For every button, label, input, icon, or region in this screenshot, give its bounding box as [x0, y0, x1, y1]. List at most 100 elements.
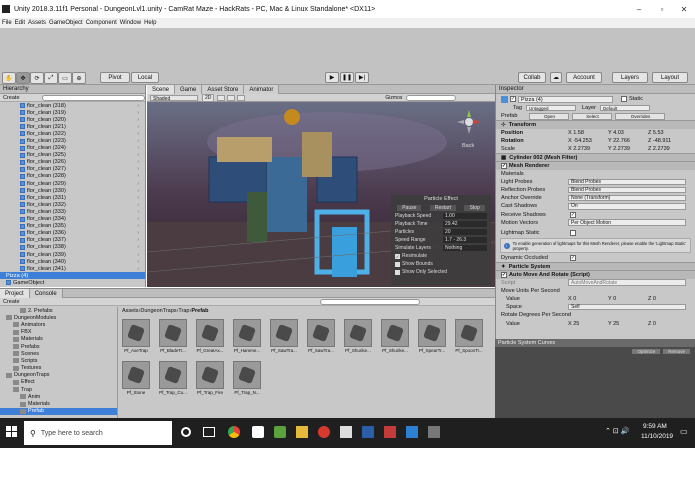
asset-item[interactable]: Pf_BladeTr...	[159, 319, 187, 353]
auto-move-checkbox[interactable]: ✓	[501, 271, 507, 278]
chevron-right-icon[interactable]: ›	[137, 173, 139, 179]
motion-vectors-dropdown[interactable]: Per Object Motion	[568, 219, 686, 226]
hierarchy-item[interactable]: flor_clean (322) ›	[20, 130, 145, 137]
rotation-y[interactable]: 22.766	[613, 138, 630, 144]
tag-dropdown[interactable]: Untagged	[526, 105, 577, 112]
menu-assets[interactable]: Assets	[28, 20, 46, 26]
chevron-right-icon[interactable]: ›	[137, 117, 139, 123]
object-name-field[interactable]: Pizza (4)	[518, 95, 613, 103]
optimize-button[interactable]: Optimize	[632, 349, 661, 354]
vscode-icon[interactable]	[406, 426, 418, 438]
unity-hub-icon[interactable]	[252, 426, 264, 438]
asset-item[interactable]: Pf_AxeTrap	[122, 319, 150, 353]
hierarchy-item[interactable]: flor_clean (335) ›	[20, 223, 145, 230]
particle-effect-value[interactable]: Nothing	[443, 245, 487, 251]
notifications-icon[interactable]: ▭	[680, 427, 688, 436]
chevron-right-icon[interactable]: ›	[137, 131, 139, 137]
folder-item[interactable]: DungeonTraps	[0, 372, 117, 379]
menu-window[interactable]: Window	[120, 20, 141, 26]
position-x[interactable]: 1.58	[573, 130, 584, 136]
unity-icon[interactable]	[340, 426, 352, 438]
scale-tool-icon[interactable]: ⤢	[44, 72, 58, 84]
move-y[interactable]: 0	[613, 296, 616, 302]
asset-item[interactable]: Pf_GreatAx...	[196, 319, 224, 353]
particle-effect-checkbox[interactable]: ✓	[395, 253, 400, 259]
scene-viewport[interactable]: Back Particle Effect Pause Restart Stop …	[147, 102, 495, 287]
hierarchy-item[interactable]: flor_clean (333) ›	[20, 208, 145, 215]
chevron-right-icon[interactable]: ›	[137, 230, 139, 236]
tab-game[interactable]: Game	[175, 85, 203, 94]
transform-header[interactable]: ⊹ Transform	[496, 120, 695, 129]
pivot-button[interactable]: Pivot	[100, 72, 130, 83]
rotate-z[interactable]: 0	[653, 321, 656, 327]
particle-system-header[interactable]: ✦ Particle System	[496, 262, 695, 271]
script-field[interactable]: AutoMoveAndRotate	[568, 279, 686, 286]
folder-item[interactable]: Prefabs	[0, 343, 117, 350]
chevron-right-icon[interactable]: ›	[137, 244, 139, 250]
tab-animator[interactable]: Animator	[244, 85, 280, 94]
hierarchy-item[interactable]: flor_clean (319) ›	[20, 109, 145, 116]
asset-item[interactable]: Pf_SawTra...	[307, 319, 335, 353]
chevron-right-icon[interactable]: ›	[137, 124, 139, 130]
lighting-icon[interactable]	[217, 94, 226, 101]
chevron-right-icon[interactable]: ›	[137, 188, 139, 194]
hierarchy-item[interactable]: flor_clean (320) ›	[20, 116, 145, 123]
static-checkbox[interactable]	[621, 96, 627, 102]
maximize-icon[interactable]: ▫	[651, 0, 673, 18]
effects-icon[interactable]	[237, 94, 246, 101]
prefab-select-button[interactable]: Select	[572, 112, 613, 120]
layers-button[interactable]: Layers	[612, 72, 648, 83]
tab-project[interactable]: Project	[0, 289, 30, 298]
scale-z[interactable]: 2.2739	[653, 146, 670, 152]
hierarchy-item[interactable]: flor_clean (337) ›	[20, 237, 145, 244]
folder-item[interactable]: Effect	[0, 379, 117, 386]
asset-item[interactable]: Pf_Stone	[122, 361, 150, 395]
asset-item[interactable]: Pf_SpearTr...	[418, 319, 446, 353]
clock-time[interactable]: 9:59 AM	[643, 423, 667, 430]
rotate-x[interactable]: 25	[573, 321, 579, 327]
hierarchy-item[interactable]: flor_clean (340) ›	[20, 258, 145, 265]
windows-start-icon[interactable]	[6, 426, 18, 438]
transform-tool-icon[interactable]: ⊕	[72, 72, 86, 84]
inspector-tab[interactable]: Inspector	[499, 86, 524, 92]
particle-restart-button[interactable]: Restart	[429, 204, 456, 211]
folder-item[interactable]: DungeonModules	[0, 314, 117, 321]
hand-tool-icon[interactable]: ✋	[2, 72, 16, 84]
chevron-right-icon[interactable]: ›	[137, 202, 139, 208]
particle-effect-value[interactable]: 20	[443, 229, 487, 235]
breadcrumb-item[interactable]: Prefab	[191, 308, 208, 314]
step-icon[interactable]: ▶|	[355, 72, 369, 83]
chevron-right-icon[interactable]: ›	[137, 209, 139, 215]
active-checkbox[interactable]: ✓	[510, 96, 516, 102]
hierarchy-item[interactable]: flor_clean (327) ›	[20, 166, 145, 173]
hierarchy-item[interactable]: flor_clean (341) ›	[20, 265, 145, 272]
chevron-right-icon[interactable]: ›	[137, 195, 139, 201]
collab-button[interactable]: Collab	[518, 72, 546, 83]
particle-effect-value[interactable]: 1.7 - 26.3	[443, 237, 487, 243]
asset-item[interactable]: Pf_SawTra...	[270, 319, 298, 353]
rotation-x[interactable]: -54.253	[573, 138, 592, 144]
cast-shadows-dropdown[interactable]: On	[568, 203, 686, 210]
menu-file[interactable]: File	[2, 20, 12, 26]
hierarchy-item[interactable]: flor_clean (338) ›	[20, 244, 145, 251]
hierarchy-item[interactable]: flor_clean (336) ›	[20, 230, 145, 237]
project-create-button[interactable]: Create	[3, 299, 20, 305]
folder-item[interactable]: Trap	[0, 386, 117, 393]
chevron-right-icon[interactable]: ›	[137, 223, 139, 229]
folder-item[interactable]: Materials	[0, 336, 117, 343]
app-icon-gray[interactable]	[428, 426, 440, 438]
move-x[interactable]: 0	[573, 296, 576, 302]
project-search-input[interactable]	[319, 298, 420, 305]
cortana-icon[interactable]	[181, 427, 191, 437]
remove-button[interactable]: Remove	[663, 349, 690, 354]
particle-stop-button[interactable]: Stop	[464, 204, 485, 211]
file-explorer-icon[interactable]	[296, 426, 308, 438]
folder-item[interactable]: FBX	[0, 329, 117, 336]
materials-row[interactable]: Materials	[496, 170, 695, 178]
folder-item[interactable]: Materials	[0, 400, 117, 407]
gizmos-dropdown[interactable]: Gizmos	[385, 95, 402, 101]
pause-icon[interactable]: ❚❚	[340, 72, 354, 83]
cloud-icon[interactable]: ☁	[550, 72, 562, 83]
receive-shadows-checkbox[interactable]: ✓	[570, 211, 576, 218]
rotate-tool-icon[interactable]: ⟳	[30, 72, 44, 84]
